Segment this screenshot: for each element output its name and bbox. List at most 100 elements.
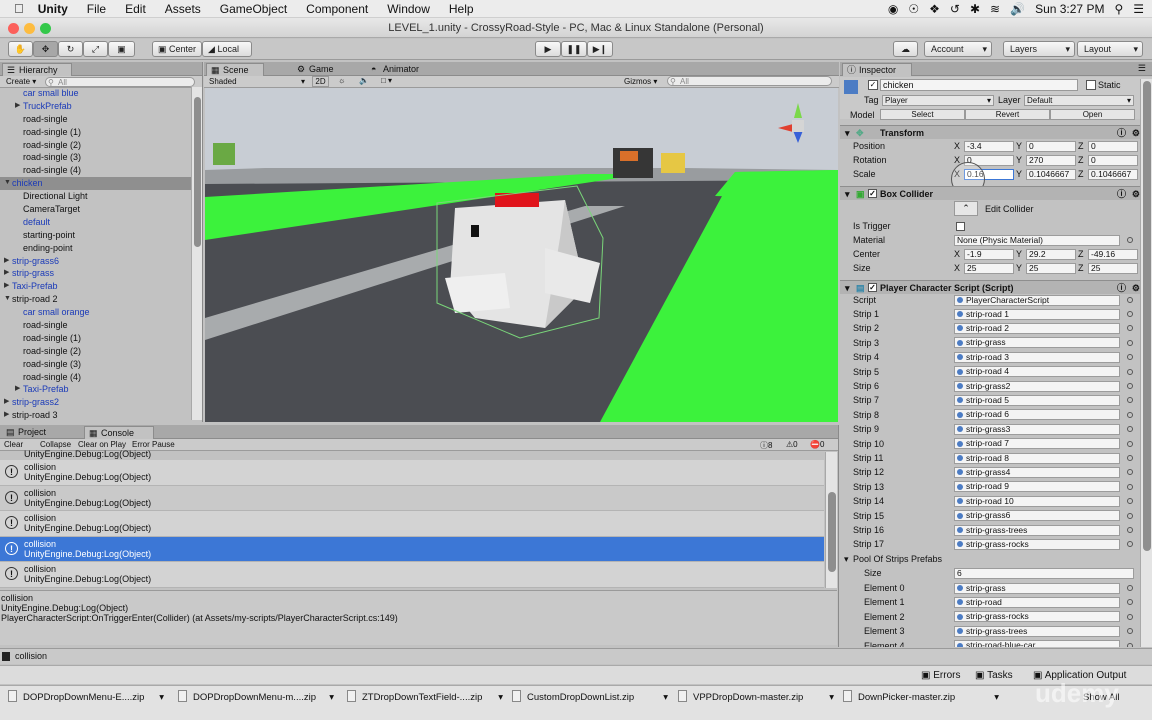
chevron-down-icon[interactable]: ▾ <box>329 690 334 706</box>
menu-edit[interactable]: Edit <box>125 2 146 16</box>
move-tool-icon[interactable]: ✥ <box>33 41 58 57</box>
tree-arrow-icon[interactable]: ▶ <box>4 255 9 268</box>
transform-header[interactable]: ▾ ✥ Transform ⓘ ⚙ <box>840 125 1152 139</box>
object-picker-icon[interactable] <box>1127 325 1133 332</box>
pivot-local-button[interactable]: ◢ Local <box>202 41 252 57</box>
object-field[interactable]: strip-grass3 <box>954 423 1120 435</box>
inspector-scrollbar[interactable] <box>1140 79 1152 647</box>
hierarchy-search-input[interactable]: ⚲ All <box>45 77 195 87</box>
effects-icon[interactable]: □ ▾ <box>381 76 392 85</box>
z-field[interactable]: -49.16 <box>1088 248 1138 260</box>
hierarchy-item[interactable]: ▶ strip-grass <box>0 267 191 280</box>
tree-arrow-icon[interactable]: ▼ <box>4 177 11 190</box>
object-field[interactable]: strip-road 3 <box>954 351 1120 363</box>
warning-count-badge[interactable]: ⚠0 <box>786 440 798 449</box>
download-item[interactable]: VPPDropDown-master.zip ▾ <box>678 690 838 706</box>
close-window-button[interactable] <box>8 23 19 34</box>
list-icon[interactable]: ☰ <box>1133 2 1144 16</box>
tab-hierarchy[interactable]: ☰ Hierarchy <box>2 63 72 76</box>
inspector-scroll-thumb[interactable] <box>1143 81 1151 551</box>
hierarchy-item[interactable]: ▶ Taxi-Prefab <box>0 383 191 396</box>
pause-button[interactable]: ❚❚ <box>561 41 587 57</box>
tab-inspector[interactable]: ⓘ Inspector <box>842 63 912 76</box>
object-picker-icon[interactable] <box>1127 585 1133 591</box>
hierarchy-item[interactable]: road-single <box>0 319 191 332</box>
tab-animator[interactable]: ◓ Animator <box>367 63 437 76</box>
object-field[interactable]: strip-grass-rocks <box>954 611 1120 623</box>
object-field[interactable]: strip-grass-rocks <box>954 538 1120 550</box>
bluetooth-icon[interactable]: ✱ <box>970 2 980 16</box>
object-field[interactable]: strip-road 5 <box>954 394 1120 406</box>
apple-icon[interactable]:  <box>14 1 24 16</box>
object-field[interactable]: strip-grass2 <box>954 380 1120 392</box>
z-field[interactable]: 0 <box>1088 140 1138 152</box>
status-text[interactable]: collision <box>15 651 47 661</box>
hierarchy-scrollbar[interactable] <box>191 87 202 420</box>
model-revert-button[interactable]: Revert <box>965 109 1050 120</box>
active-checkbox[interactable]: ✓ <box>868 80 878 90</box>
console-scrollbar[interactable] <box>825 452 837 588</box>
tree-arrow-icon[interactable]: ▶ <box>15 100 20 113</box>
hierarchy-item[interactable]: ▶ TruckPrefab <box>0 100 191 113</box>
error-count-badge[interactable]: ⛔0 <box>810 440 824 449</box>
audio-icon[interactable]: 🔈 <box>359 76 369 85</box>
lighting-icon[interactable]: ☼ <box>338 76 345 85</box>
hierarchy-item[interactable]: road-single (3) <box>0 151 191 164</box>
time-machine-icon[interactable]: ↺ <box>950 2 960 16</box>
hierarchy-item[interactable]: ▶ strip-grass2 <box>0 396 191 409</box>
rect-tool-icon[interactable]: ▣ <box>108 41 135 57</box>
menu-window[interactable]: Window <box>387 2 430 16</box>
box-collider-header[interactable]: ▾ ▣ ✓ Box Collider ⓘ ⚙ <box>840 186 1152 200</box>
object-picker-icon[interactable] <box>1127 613 1133 620</box>
hierarchy-item[interactable]: car small blue <box>0 87 191 100</box>
object-picker-icon[interactable] <box>1127 527 1133 533</box>
menu-assets[interactable]: Assets <box>165 2 201 16</box>
hierarchy-item[interactable]: ▼ strip-road 2 <box>0 293 191 306</box>
object-field[interactable]: strip-road 2 <box>954 322 1120 334</box>
tab-game[interactable]: ⚙ Game <box>293 63 353 76</box>
pivot-center-button[interactable]: ▣ Center <box>152 41 202 57</box>
tree-arrow-icon[interactable]: ▶ <box>4 267 9 280</box>
panel-menu-icon[interactable]: ☰ <box>1138 63 1146 74</box>
hierarchy-item[interactable]: CameraTarget <box>0 203 191 216</box>
hierarchy-item[interactable]: ▶ strip-grass6 <box>0 255 191 268</box>
search-icon[interactable]: ⚲ <box>1114 2 1123 16</box>
object-field[interactable]: strip-road 6 <box>954 409 1120 421</box>
help-icon[interactable]: ⓘ <box>1117 126 1126 140</box>
error-pause-button[interactable]: Error Pause <box>132 440 175 449</box>
zoom-window-button[interactable] <box>40 23 51 34</box>
collapse-button[interactable]: Collapse <box>40 440 71 449</box>
dropbox-icon[interactable]: ❖ <box>929 2 940 16</box>
box-collider-enabled-checkbox[interactable]: ✓ <box>868 189 877 198</box>
z-field[interactable]: 25 <box>1088 262 1138 274</box>
object-name-input[interactable]: chicken <box>880 79 1078 91</box>
object-field[interactable]: None (Physic Material) <box>954 234 1120 246</box>
download-item[interactable]: CustomDropDownList.zip ▾ <box>512 690 672 706</box>
model-select-button[interactable]: Select <box>880 109 965 120</box>
object-picker-icon[interactable] <box>1127 628 1133 635</box>
y-field[interactable]: 29.2 <box>1026 248 1076 260</box>
hierarchy-item[interactable]: ▶ strip-road 3 <box>0 409 191 420</box>
z-field[interactable]: 0.1046667 <box>1088 168 1138 180</box>
object-field[interactable]: strip-road 4 <box>954 366 1120 378</box>
object-picker-icon[interactable] <box>1127 512 1133 519</box>
hierarchy-scroll-thumb[interactable] <box>194 97 201 247</box>
record-icon[interactable]: ◉ <box>888 2 898 16</box>
object-picker-icon[interactable] <box>1127 354 1133 361</box>
foldout-arrow-icon[interactable]: ▾ <box>845 126 850 140</box>
download-item[interactable]: DOPDropDownMenu-E....zip ▾ <box>8 690 168 706</box>
object-field[interactable]: strip-road 10 <box>954 495 1120 507</box>
object-picker-icon[interactable] <box>1127 411 1133 418</box>
clear-on-play-button[interactable]: Clear on Play <box>78 440 126 449</box>
object-field[interactable]: strip-grass-trees <box>954 625 1120 637</box>
hierarchy-item[interactable]: road-single (4) <box>0 371 191 384</box>
object-field[interactable]: strip-grass-trees <box>954 524 1120 536</box>
object-field[interactable]: strip-road <box>954 596 1120 608</box>
create-dropdown[interactable]: Create ▾ <box>6 77 36 86</box>
tag-dropdown[interactable]: Player ▾ <box>882 95 994 106</box>
object-picker-icon[interactable] <box>1127 642 1133 647</box>
volume-icon[interactable]: 🔊 <box>1010 2 1025 16</box>
chevron-down-icon[interactable]: ▾ <box>498 690 503 706</box>
menu-file[interactable]: File <box>87 2 106 16</box>
object-picker-icon[interactable] <box>1127 237 1133 243</box>
